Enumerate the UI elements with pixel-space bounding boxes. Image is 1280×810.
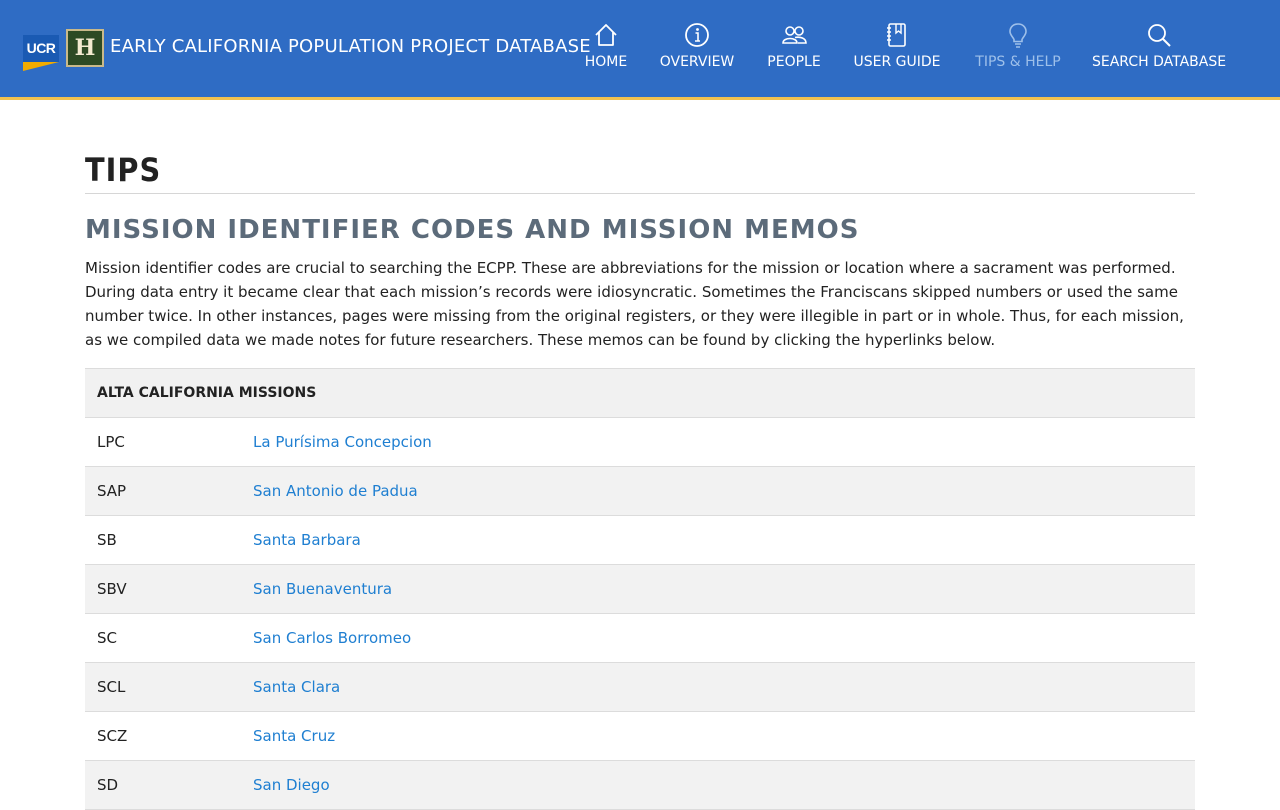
mission-code: LPC xyxy=(97,433,125,451)
table-row: SCZ Santa Cruz xyxy=(85,712,1195,761)
table-row: SCL Santa Clara xyxy=(85,663,1195,712)
nav-people-label: PEOPLE xyxy=(767,54,821,70)
mission-memo-link[interactable]: Santa Barbara xyxy=(253,516,361,564)
mission-memo-link[interactable]: San Antonio de Padua xyxy=(253,467,418,515)
mission-code: SD xyxy=(97,776,119,794)
nav-tips-help[interactable]: TIPS & HELP xyxy=(972,20,1064,80)
table-row: SAP San Antonio de Padua xyxy=(85,467,1195,516)
nav-user-guide[interactable]: USER GUIDE xyxy=(852,20,942,80)
mission-code: SCZ xyxy=(97,727,128,745)
mission-code: SC xyxy=(97,629,117,647)
mission-memo-link[interactable]: Santa Cruz xyxy=(253,712,335,760)
ucr-logo-text: UCR xyxy=(23,35,59,62)
nav-home-label: HOME xyxy=(584,54,628,70)
home-icon xyxy=(595,24,617,46)
mission-memo-link[interactable]: San Carlos Borromeo xyxy=(253,614,411,662)
nav-home[interactable]: HOME xyxy=(584,20,628,80)
lightbulb-icon xyxy=(1009,23,1027,48)
nav-tips-help-label: TIPS & HELP xyxy=(975,54,1061,70)
mission-code: SBV xyxy=(97,580,127,598)
nav-overview-label: OVERVIEW xyxy=(659,54,735,70)
table-row: SBV San Buenaventura xyxy=(85,565,1195,614)
title-divider xyxy=(85,193,1195,194)
ucr-logo[interactable]: UCR xyxy=(23,35,59,71)
mission-code: SAP xyxy=(97,482,127,500)
site-title[interactable]: EARLY CALIFORNIA POPULATION PROJECT DATA… xyxy=(110,35,591,59)
table-row: SD San Diego xyxy=(85,761,1195,810)
site-header: UCR H EARLY CALIFORNIA POPULATION PROJEC… xyxy=(0,0,1280,100)
mission-memo-link[interactable]: Santa Clara xyxy=(253,663,340,711)
nav-search-database-label: SEARCH DATABASE xyxy=(1092,54,1227,70)
search-icon xyxy=(1148,24,1171,47)
table-row: SB Santa Barbara xyxy=(85,516,1195,565)
ucr-logo-wedge xyxy=(23,62,59,71)
guide-book-icon xyxy=(887,23,906,47)
section-title: MISSION IDENTIFIER CODES AND MISSION MEM… xyxy=(85,215,860,245)
huntington-logo[interactable]: H xyxy=(66,29,104,67)
mission-memo-link[interactable]: San Diego xyxy=(253,761,330,809)
mission-code: SB xyxy=(97,531,117,549)
mission-code: SCL xyxy=(97,678,126,696)
nav-overview[interactable]: OVERVIEW xyxy=(657,20,737,80)
people-icon xyxy=(782,26,807,44)
table-header: ALTA CALIFORNIA MISSIONS xyxy=(85,368,1195,418)
page-title: TIPS xyxy=(85,151,162,189)
nav-search-database[interactable]: SEARCH DATABASE xyxy=(1092,20,1226,80)
mission-memo-link[interactable]: La Purísima Concepcion xyxy=(253,418,432,466)
table-row: SC San Carlos Borromeo xyxy=(85,614,1195,663)
mission-memo-link[interactable]: San Buenaventura xyxy=(253,565,392,613)
intro-paragraph: Mission identifier codes are crucial to … xyxy=(85,259,1184,349)
info-icon xyxy=(685,23,709,47)
table-row: LPC La Purísima Concepcion xyxy=(85,418,1195,467)
missions-table: ALTA CALIFORNIA MISSIONS LPC La Purísima… xyxy=(85,368,1195,810)
nav-user-guide-label: USER GUIDE xyxy=(853,54,941,70)
nav-people[interactable]: PEOPLE xyxy=(765,20,823,80)
